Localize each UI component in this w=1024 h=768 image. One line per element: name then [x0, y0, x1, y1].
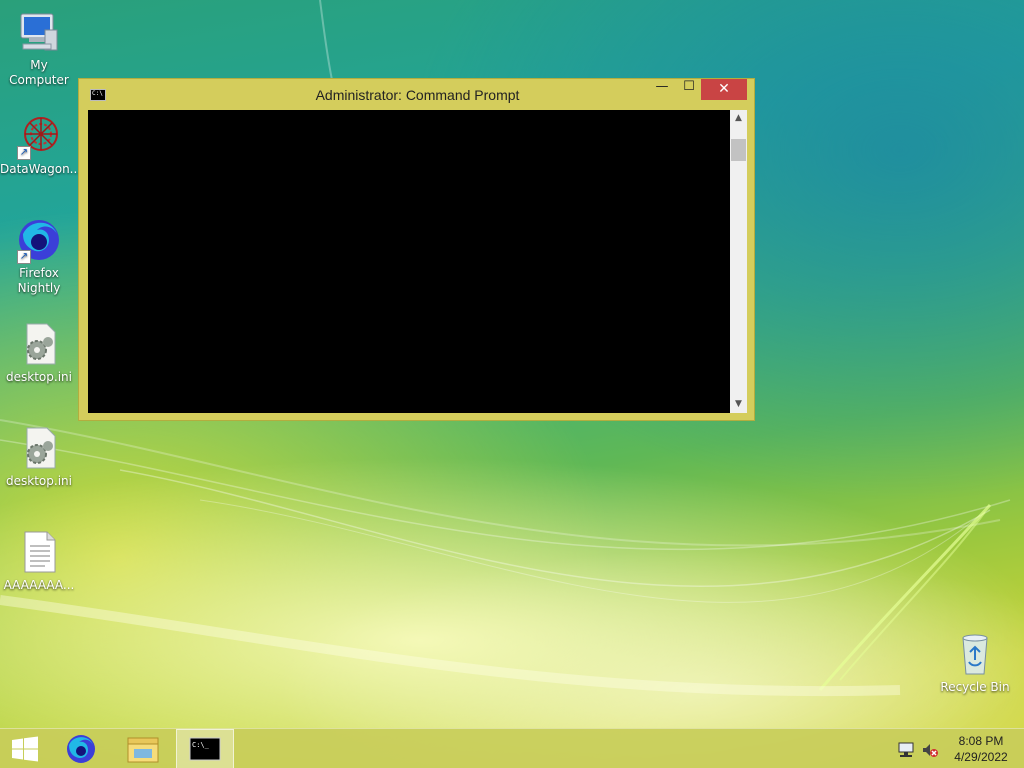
- desktop-icon-label: Firefox Nightly: [17, 266, 61, 295]
- windows-logo-icon: [12, 736, 38, 762]
- console-output[interactable]: [88, 110, 730, 413]
- shortcut-arrow-icon: ↗: [17, 250, 31, 264]
- command-prompt-window[interactable]: C:\ Administrator: Command Prompt — ☐ ✕ …: [78, 78, 755, 421]
- settings-file-icon: [15, 320, 63, 368]
- settings-file-icon: [15, 424, 63, 472]
- taskbar-clock[interactable]: 8:08 PM 4/29/2022: [948, 733, 1014, 765]
- minimize-button[interactable]: —: [649, 79, 675, 100]
- close-button[interactable]: ✕: [701, 79, 747, 100]
- cmd-icon: C:\_: [189, 737, 221, 761]
- svg-text:C:\_: C:\_: [192, 741, 210, 749]
- vertical-scrollbar[interactable]: ▲ ▼: [730, 110, 747, 413]
- desktop-icon-datawagon[interactable]: ↗ DataWagon...: [0, 112, 82, 177]
- datawagon-icon: ↗: [15, 112, 63, 160]
- taskbar: C:\_ 8:08 PM 4/29/2022: [0, 728, 1024, 768]
- desktop-icon-label: My Computer: [9, 58, 69, 87]
- maximize-button[interactable]: ☐: [676, 79, 702, 100]
- desktop-icon-firefox-nightly[interactable]: ↗ Firefox Nightly: [0, 216, 78, 296]
- taskbar-command-prompt[interactable]: C:\_: [176, 729, 234, 768]
- scrollbar-thumb[interactable]: [731, 139, 746, 161]
- start-button[interactable]: [0, 729, 50, 768]
- desktop-icon-desktop-ini-1[interactable]: desktop.ini: [0, 320, 78, 385]
- volume-muted-icon[interactable]: [921, 741, 939, 759]
- window-titlebar[interactable]: C:\ Administrator: Command Prompt — ☐ ✕: [79, 79, 754, 110]
- shortcut-arrow-icon: ↗: [17, 146, 31, 160]
- firefox-nightly-icon: [67, 735, 95, 763]
- clock-date: 4/29/2022: [954, 750, 1008, 764]
- desktop-icon-recycle-bin[interactable]: Recycle Bin: [936, 630, 1014, 695]
- taskbar-file-explorer[interactable]: [114, 729, 172, 768]
- network-icon[interactable]: [897, 741, 915, 759]
- desktop-icon-desktop-ini-2[interactable]: desktop.ini: [0, 424, 78, 489]
- desktop-icon-my-computer[interactable]: My Computer: [0, 8, 78, 88]
- desktop-icon-label: DataWagon...: [0, 162, 82, 176]
- desktop-icon-label: AAAAAAA...: [3, 578, 75, 592]
- recycle-bin-icon: [951, 630, 999, 678]
- clock-time: 8:08 PM: [958, 734, 1004, 748]
- desktop-icon-label: desktop.ini: [6, 474, 72, 488]
- taskbar-firefox-nightly[interactable]: [52, 729, 110, 768]
- firefox-nightly-icon: ↗: [15, 216, 63, 264]
- desktop-icon-label: desktop.ini: [6, 370, 72, 384]
- desktop-icon-aaaaaaa[interactable]: AAAAAAA...: [0, 528, 78, 593]
- scroll-down-arrow-icon[interactable]: ▼: [730, 396, 747, 413]
- file-explorer-icon: [127, 737, 159, 763]
- text-file-icon: [15, 528, 63, 576]
- computer-icon: [15, 8, 63, 56]
- desktop-icon-label: Recycle Bin: [940, 680, 1010, 694]
- scroll-up-arrow-icon[interactable]: ▲: [730, 110, 747, 127]
